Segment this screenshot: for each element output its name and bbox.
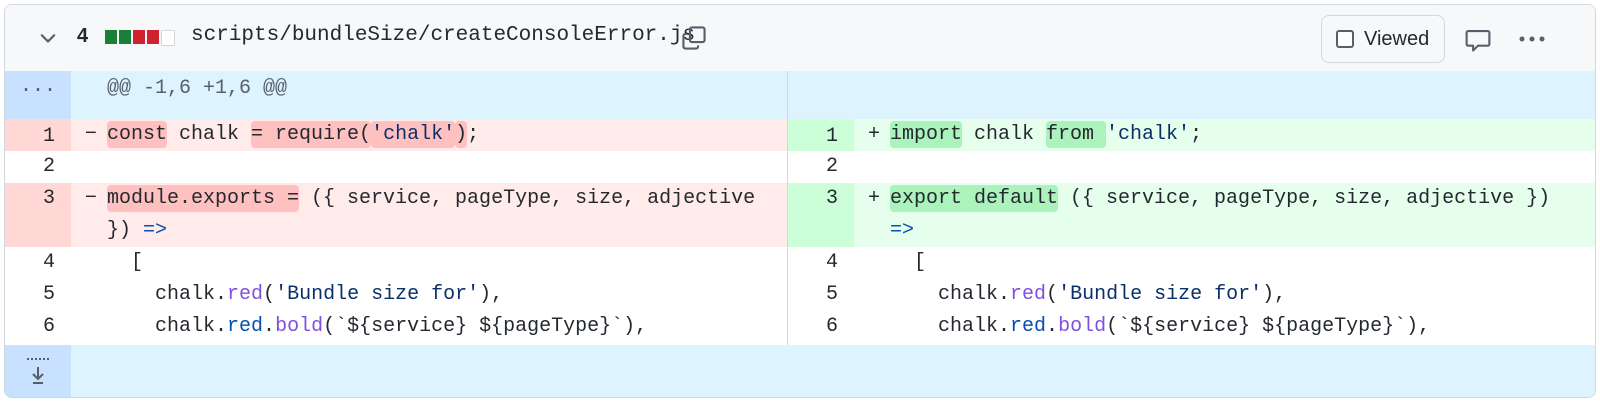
diffstat-block (161, 30, 175, 46)
left-line-number[interactable]: 5 (5, 279, 71, 311)
right-code-line: [ (890, 251, 927, 274)
split-divider (787, 71, 788, 345)
expand-row-fill (71, 345, 1595, 397)
left-line-number[interactable]: 2 (5, 151, 71, 183)
file-header: 4 scripts/bundleSize/createConsoleError.… (5, 5, 1595, 72)
diffstat-block (119, 30, 131, 44)
diffstat-block (133, 30, 145, 44)
kebab-horizontal-icon[interactable] (1517, 29, 1547, 49)
diff-row: 3 − module.exports = ({ service, pageType… (5, 183, 1595, 247)
chevron-down-icon[interactable] (37, 27, 59, 49)
right-line-number[interactable]: 1 (788, 119, 854, 151)
diff-row: 1 − const chalk = require('chalk'); 1 + im… (5, 119, 1595, 151)
left-line-number[interactable]: 1 (5, 119, 71, 151)
left-code-line: [ (107, 251, 144, 274)
right-code-line: chalk.red.bold(`${service} ${pageType}`)… (890, 315, 1431, 338)
right-line-number[interactable]: 2 (788, 151, 854, 183)
right-code-line: chalk.red('Bundle size for'), (890, 283, 1287, 306)
right-line-number[interactable]: 5 (788, 279, 854, 311)
diff-row: 6 chalk.red.bold(`${service} ${pageType}… (5, 311, 1595, 343)
hunk-header: @@ -1,6 +1,6 @@ (71, 71, 1595, 119)
viewed-toggle[interactable]: Viewed (1321, 15, 1445, 63)
diff-row: 4 [ 4 [ (5, 247, 1595, 279)
diffstat-block (147, 30, 159, 44)
diff-row: 5 chalk.red('Bundle size for'), 5 chalk.… (5, 279, 1595, 311)
right-line-number[interactable]: 6 (788, 311, 854, 343)
right-code-line: + import chalk from 'chalk'; (854, 119, 1595, 151)
expand-row (5, 345, 1595, 397)
left-code-line: − module.exports = ({ service, pageType, … (71, 183, 787, 247)
diffstat-block (105, 30, 117, 44)
left-line-number[interactable]: 3 (5, 183, 71, 247)
viewed-checkbox[interactable] (1336, 30, 1354, 48)
change-count: 4 (77, 25, 89, 47)
viewed-label: Viewed (1364, 27, 1430, 50)
comment-icon[interactable] (1465, 27, 1491, 53)
right-line-number[interactable]: 3 (788, 183, 854, 247)
right-line-number[interactable]: 4 (788, 247, 854, 279)
left-code-line: chalk.red.bold(`${service} ${pageType}`)… (107, 315, 648, 338)
unfold-down-icon (27, 358, 49, 384)
file-path[interactable]: scripts/bundleSize/createConsoleError.js (191, 24, 695, 47)
diffstat (105, 30, 175, 46)
left-code-line: chalk.red('Bundle size for'), (107, 283, 504, 306)
diff-file: 4 scripts/bundleSize/createConsoleError.… (4, 4, 1596, 398)
expand-down-button[interactable] (5, 345, 71, 397)
diff-row: 2 2 (5, 151, 1595, 183)
right-code-line: + export default ({ service, pageType, si… (854, 183, 1595, 247)
left-code-line: − const chalk = require('chalk'); (71, 119, 787, 151)
left-line-number[interactable]: 6 (5, 311, 71, 343)
hunk-header-row: ... @@ -1,6 +1,6 @@ (5, 71, 1595, 119)
left-line-number[interactable]: 4 (5, 247, 71, 279)
copy-icon[interactable] (681, 25, 707, 51)
expand-up-button[interactable]: ... (5, 71, 71, 119)
